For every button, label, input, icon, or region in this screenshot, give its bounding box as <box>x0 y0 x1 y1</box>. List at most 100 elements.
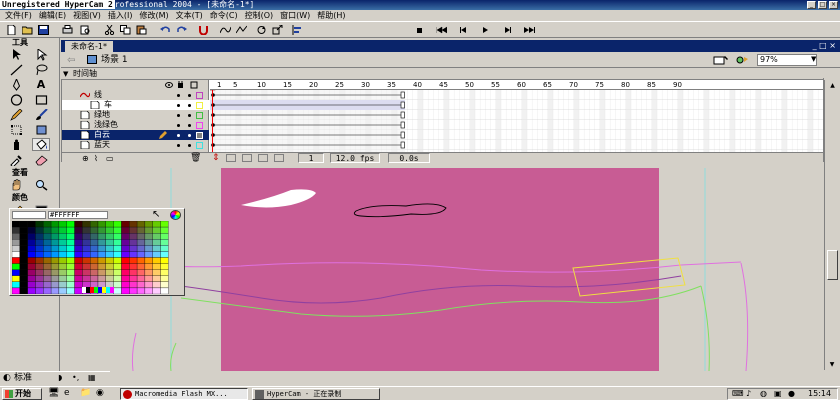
task-flash[interactable]: Macromedia Flash MX... <box>120 388 248 400</box>
delete-layer-icon[interactable]: 🗑 <box>190 153 201 163</box>
color-picker-wheel-icon[interactable] <box>170 210 181 220</box>
menu-edit[interactable]: 编辑(E) <box>39 10 66 21</box>
layer-row[interactable]: 线 <box>62 90 209 100</box>
layer-row[interactable]: 车 <box>62 100 209 110</box>
visible-dot-icon[interactable] <box>177 114 180 117</box>
maximize-button[interactable]: □ <box>818 1 827 9</box>
visible-dot-icon[interactable] <box>177 124 180 127</box>
menu-file[interactable]: 文件(F) <box>5 10 32 21</box>
visible-dot-icon[interactable] <box>177 94 180 97</box>
outline-color-icon[interactable] <box>196 112 203 119</box>
redo-icon[interactable] <box>176 25 187 35</box>
eyedropper-tool-icon[interactable] <box>7 153 25 166</box>
free-transform-tool-icon[interactable] <box>7 123 25 136</box>
subselect-tool-icon[interactable] <box>32 48 50 61</box>
outline-color-icon[interactable] <box>196 142 203 149</box>
stop-button[interactable] <box>414 25 425 35</box>
menu-modify[interactable]: 修改(M) <box>139 10 168 21</box>
oval-tool-icon[interactable] <box>7 93 25 106</box>
volume-icon[interactable]: ♪ <box>746 389 751 399</box>
step-forward-button[interactable] <box>502 25 513 35</box>
frame-cells[interactable] <box>210 80 830 152</box>
eraser-tool-icon[interactable] <box>32 153 50 166</box>
align-icon[interactable] <box>292 25 303 35</box>
scale-icon[interactable] <box>272 25 283 35</box>
document-close-icon[interactable]: _ □ × <box>806 41 836 51</box>
document-tab[interactable]: 未命名-1* <box>65 41 113 52</box>
onion-skin-icon[interactable] <box>226 154 236 162</box>
antivirus-icon[interactable]: ◍ <box>760 389 767 399</box>
start-button[interactable]: 开始 <box>2 388 42 400</box>
zoom-select[interactable]: 97% <box>757 54 817 66</box>
cut-icon[interactable] <box>104 25 115 35</box>
task-hypercam[interactable]: HyperCam - 正在录制 <box>252 388 380 400</box>
menu-commands[interactable]: 命令(C) <box>210 10 238 21</box>
line-tool-icon[interactable] <box>7 63 25 76</box>
ie-icon[interactable]: e <box>64 388 70 398</box>
folder-icon[interactable]: 📁 <box>80 388 91 398</box>
pen-tool-icon[interactable] <box>7 78 25 91</box>
center-frame-icon[interactable]: ⇕ <box>212 153 220 163</box>
arrow-tool-icon[interactable] <box>7 48 25 61</box>
lock-dot-icon[interactable] <box>188 144 191 147</box>
paint-bucket-tool-icon[interactable] <box>32 138 50 151</box>
zoom-tool-icon[interactable] <box>32 178 50 191</box>
outline-color-icon[interactable] <box>196 102 203 109</box>
scroll-thumb[interactable] <box>827 250 838 280</box>
lock-dot-icon[interactable] <box>188 124 191 127</box>
modify-markers-icon[interactable] <box>274 154 284 162</box>
layer-row[interactable]: 蓝天 <box>62 140 209 150</box>
menu-help[interactable]: 帮助(H) <box>317 10 345 21</box>
edit-symbol-icon[interactable] <box>735 54 751 66</box>
lasso-tool-icon[interactable] <box>32 63 50 76</box>
visible-dot-icon[interactable] <box>177 134 180 137</box>
ime-icon[interactable]: ◐ <box>3 373 11 383</box>
lock-dot-icon[interactable] <box>188 114 191 117</box>
snap-magnet-icon[interactable] <box>198 25 209 35</box>
visible-dot-icon[interactable] <box>177 104 180 107</box>
ime-mode-label[interactable]: 标准 <box>14 372 32 385</box>
timeline-header[interactable]: ▼ 时间轴 <box>61 69 840 79</box>
menu-control[interactable]: 控制(O) <box>245 10 274 21</box>
half-width-icon[interactable]: ◗ <box>58 373 62 382</box>
text-tool-icon[interactable]: A <box>32 78 50 91</box>
outline-color-icon[interactable] <box>196 92 203 99</box>
go-to-end-button[interactable] <box>524 25 535 35</box>
scroll-down-icon[interactable]: ▼ <box>825 361 839 368</box>
onion-outline-icon[interactable] <box>242 154 252 162</box>
outline-color-icon[interactable] <box>196 132 203 139</box>
lock-dot-icon[interactable] <box>188 94 191 97</box>
scroll-up-icon[interactable]: ▲ <box>825 82 840 89</box>
paste-icon[interactable] <box>136 25 147 35</box>
rectangle-tool-icon[interactable] <box>32 93 50 106</box>
straighten-icon[interactable] <box>236 25 247 35</box>
undo-icon[interactable] <box>160 25 171 35</box>
lock-dot-icon[interactable] <box>188 134 191 137</box>
edit-multiple-frames-icon[interactable] <box>258 154 268 162</box>
media-icon[interactable]: ◉ <box>96 388 104 398</box>
layer-row[interactable]: 绿地 <box>62 110 209 120</box>
layer-row[interactable]: 浅绿色 <box>62 120 209 130</box>
print-icon[interactable] <box>62 25 73 35</box>
frame-ruler[interactable]: 1 5 10 15 20 25 30 35 40 45 50 55 60 65 … <box>210 80 830 90</box>
visible-dot-icon[interactable] <box>177 144 180 147</box>
timeline-toggle-icon[interactable]: ▼ <box>63 69 68 79</box>
desktop-icon[interactable]: 🖥 <box>48 388 59 398</box>
back-arrow-icon[interactable]: ⇦ <box>67 55 75 66</box>
pencil-tool-icon[interactable] <box>7 108 25 121</box>
tray-app-icon[interactable]: ▣ <box>774 389 782 399</box>
play-button[interactable] <box>480 25 491 35</box>
outline-color-icon[interactable] <box>196 122 203 129</box>
menu-insert[interactable]: 插入(I) <box>108 10 133 21</box>
network-icon[interactable]: ⌨ <box>732 389 744 399</box>
step-back-button[interactable] <box>458 25 469 35</box>
zoom-chevron-down-icon[interactable]: ▼ <box>811 55 816 63</box>
new-file-icon[interactable] <box>6 25 17 35</box>
color-swatch-grid[interactable] <box>12 221 184 294</box>
minimize-button[interactable]: _ <box>807 1 816 9</box>
add-guide-layer-icon[interactable]: ⌇ <box>94 154 98 163</box>
soft-keyboard-icon[interactable]: ▦ <box>88 373 96 382</box>
add-folder-icon[interactable]: ▭ <box>106 154 114 163</box>
open-folder-icon[interactable] <box>22 25 33 35</box>
fill-transform-tool-icon[interactable] <box>32 123 50 136</box>
